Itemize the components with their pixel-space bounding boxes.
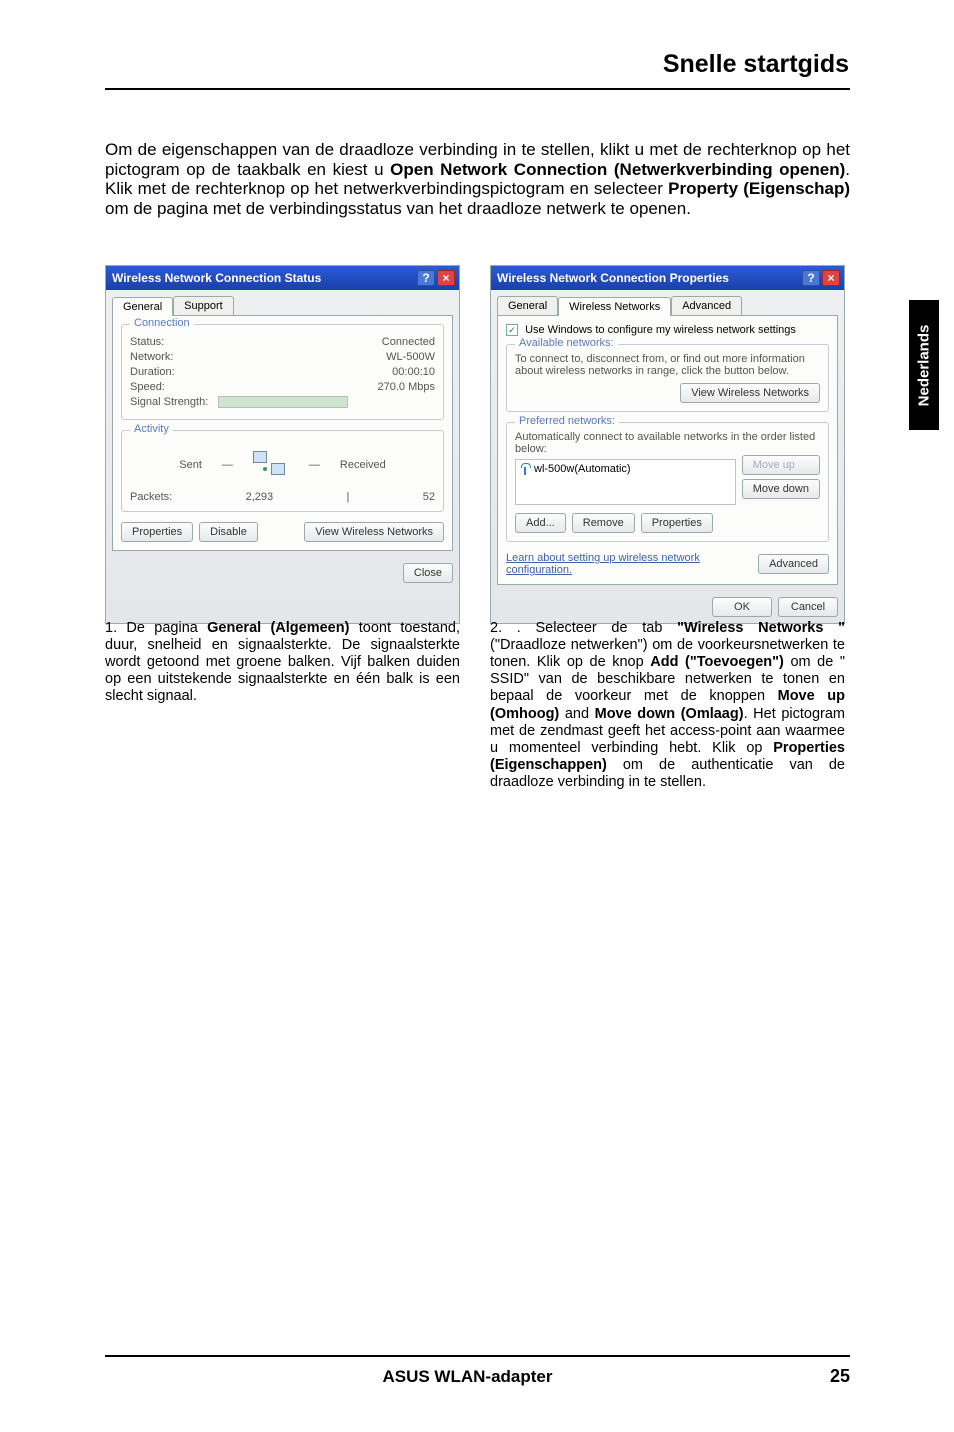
packets-label: Packets: (130, 491, 172, 503)
page-footer: ASUS WLAN-adapter 25 (105, 1366, 850, 1387)
help-icon[interactable]: ? (802, 270, 820, 286)
disable-button[interactable]: Disable (199, 522, 258, 542)
view-wireless-button[interactable]: View Wireless Networks (680, 383, 820, 403)
top-rule (105, 88, 850, 90)
dialog-title: Wireless Network Connection Properties (497, 271, 729, 285)
preferred-group: Preferred networks: Automatically connec… (506, 422, 829, 542)
activity-icon (253, 449, 289, 481)
cancel-button[interactable]: Cancel (778, 597, 838, 617)
page-number: 25 (830, 1366, 850, 1387)
signal-bar (218, 396, 348, 408)
activity-legend: Activity (130, 423, 173, 435)
close-icon[interactable]: × (822, 270, 840, 286)
network-label: Network: (130, 351, 173, 363)
close-button[interactable]: Close (403, 563, 453, 583)
available-desc: To connect to, disconnect from, or find … (515, 353, 820, 377)
connection-legend: Connection (130, 317, 194, 329)
view-networks-button[interactable]: View Wireless Networks (304, 522, 444, 542)
use-windows-label: Use Windows to configure my wireless net… (525, 324, 796, 336)
tab-general[interactable]: General (112, 297, 173, 316)
received-label: Received (340, 459, 386, 471)
duration-value: 00:00:10 (392, 366, 435, 378)
properties-button[interactable]: Properties (121, 522, 193, 542)
caption-1: 1. De pagina General (Algemeen) toont to… (105, 620, 460, 791)
learn-link[interactable]: Learn about setting up wireless network … (506, 552, 750, 576)
titlebar: Wireless Network Connection Properties ?… (491, 266, 844, 290)
list-item[interactable]: wl-500w(Automatic) (520, 463, 731, 475)
footer-product: ASUS WLAN-adapter (382, 1367, 552, 1387)
packets-received: 52 (423, 491, 435, 503)
add-button[interactable]: Add... (515, 513, 566, 533)
page-title: Snelle startgids (663, 50, 849, 79)
preferred-listbox[interactable]: wl-500w(Automatic) (515, 459, 736, 505)
ok-button[interactable]: OK (712, 597, 772, 617)
language-tab: Nederlands (909, 300, 939, 430)
advanced-button[interactable]: Advanced (758, 554, 829, 574)
use-windows-checkbox[interactable]: ✓ (506, 324, 518, 336)
preferred-legend: Preferred networks: (515, 415, 619, 427)
status-label: Status: (130, 336, 164, 348)
status-value: Connected (382, 336, 435, 348)
activity-group: Activity Sent — — Received Packets: 2,29… (121, 430, 444, 512)
bottom-rule (105, 1355, 850, 1357)
dialog-title: Wireless Network Connection Status (112, 271, 321, 285)
move-down-button[interactable]: Move down (742, 479, 820, 499)
caption-2: 2. . Selecteer de tab "Wireless Networks… (490, 620, 845, 791)
net-properties-button[interactable]: Properties (641, 513, 713, 533)
help-icon[interactable]: ? (417, 270, 435, 286)
speed-label: Speed: (130, 381, 165, 393)
packets-sent: 2,293 (246, 491, 274, 503)
network-value: WL-500W (386, 351, 435, 363)
close-icon[interactable]: × (437, 270, 455, 286)
signal-label: Signal Strength: (130, 396, 208, 408)
tab-advanced[interactable]: Advanced (671, 296, 742, 315)
properties-dialog: Wireless Network Connection Properties ?… (490, 265, 845, 624)
tab-general[interactable]: General (497, 296, 558, 315)
antenna-icon (520, 463, 530, 475)
tab-wireless-networks[interactable]: Wireless Networks (558, 297, 671, 316)
remove-button[interactable]: Remove (572, 513, 635, 533)
available-legend: Available networks: (515, 337, 618, 349)
connection-group: Connection Status:Connected Network:WL-5… (121, 324, 444, 420)
intro-paragraph: Om de eigenschappen van de draadloze ver… (105, 140, 850, 218)
move-up-button[interactable]: Move up (742, 455, 820, 475)
sent-label: Sent (179, 459, 202, 471)
tab-support[interactable]: Support (173, 296, 234, 315)
titlebar: Wireless Network Connection Status ? × (106, 266, 459, 290)
speed-value: 270.0 Mbps (378, 381, 435, 393)
available-group: Available networks: To connect to, disco… (506, 344, 829, 412)
preferred-desc: Automatically connect to available netwo… (515, 431, 820, 455)
duration-label: Duration: (130, 366, 175, 378)
status-dialog: Wireless Network Connection Status ? × G… (105, 265, 460, 624)
